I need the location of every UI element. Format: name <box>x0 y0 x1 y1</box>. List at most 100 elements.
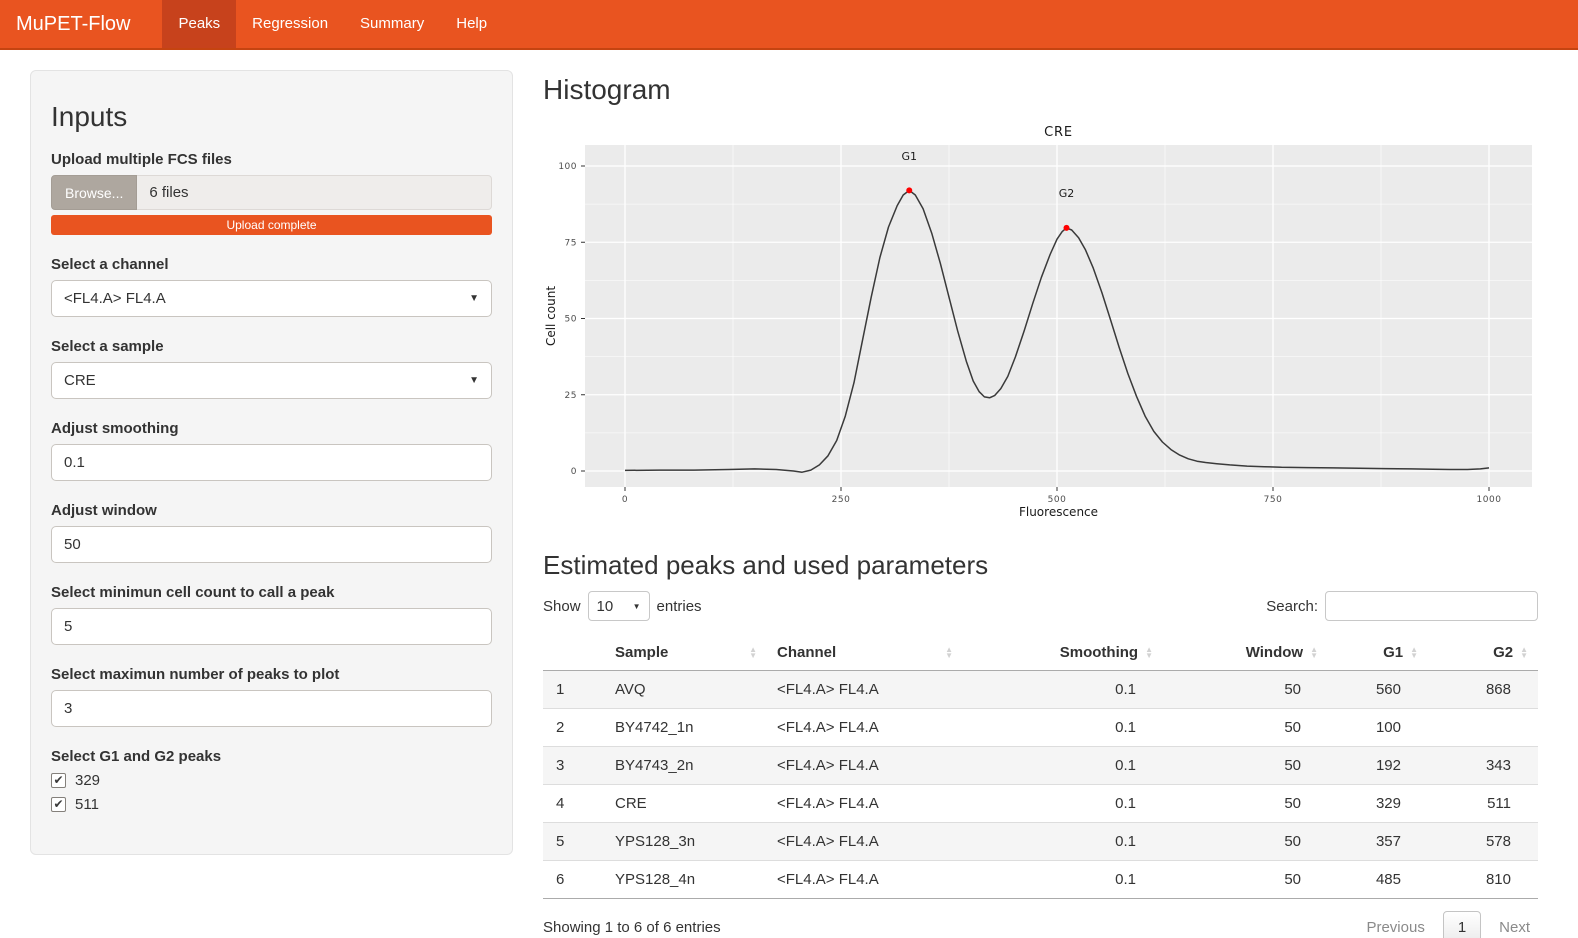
table-cell: <FL4.A> FL4.A <box>767 861 963 899</box>
navbar: MuPET-Flow PeaksRegressionSummaryHelp <box>0 0 1578 50</box>
search-control: Search: <box>1266 591 1538 621</box>
checkbox-label: 329 <box>75 772 100 789</box>
peaks-check-group: Select G1 and G2 peaks ✔ 329 ✔ 511 <box>51 748 492 813</box>
datatable-controls: Show 10 ▼ entries Search: <box>543 591 1538 621</box>
column-header-smoothing[interactable]: Smoothing▲▼ <box>963 635 1163 671</box>
svg-text:0: 0 <box>622 495 628 505</box>
table-cell: 50 <box>1163 747 1328 785</box>
search-input[interactable] <box>1325 591 1538 621</box>
app-brand[interactable]: MuPET-Flow <box>0 0 146 48</box>
window-input[interactable] <box>51 526 492 563</box>
histogram-heading: Histogram <box>543 74 1538 106</box>
checkbox-label: 511 <box>75 796 99 813</box>
column-header-channel[interactable]: Channel▲▼ <box>767 635 963 671</box>
table-cell: 192 <box>1328 747 1428 785</box>
max-peaks-input[interactable] <box>51 690 492 727</box>
column-header-g1[interactable]: G1▲▼ <box>1328 635 1428 671</box>
column-header-sample[interactable]: Sample▲▼ <box>605 635 767 671</box>
table-info: Showing 1 to 6 of 6 entries <box>543 919 721 936</box>
table-row: 6YPS128_4n<FL4.A> FL4.A0.150485810 <box>543 861 1538 899</box>
plot-title: CRE <box>1044 125 1073 140</box>
table-cell: 0.1 <box>963 861 1163 899</box>
table-cell: 0.1 <box>963 785 1163 823</box>
sort-icon: ▲▼ <box>749 647 757 659</box>
browse-button[interactable]: Browse... <box>51 175 137 210</box>
tab-peaks[interactable]: Peaks <box>162 0 236 48</box>
table-cell: 343 <box>1428 747 1538 785</box>
tab-regression[interactable]: Regression <box>236 0 344 48</box>
next-page-button[interactable]: Next <box>1491 913 1538 938</box>
table-cell: 1 <box>543 671 605 709</box>
inputs-panel: Inputs Upload multiple FCS files Browse.… <box>30 70 513 855</box>
tab-summary[interactable]: Summary <box>344 0 440 48</box>
chevron-down-icon: ▼ <box>469 293 479 304</box>
table-cell: 329 <box>1328 785 1428 823</box>
peak-checkbox-row: ✔ 511 <box>51 796 492 813</box>
page-length-select[interactable]: 10 ▼ <box>588 591 650 621</box>
table-row: 3BY4743_2n<FL4.A> FL4.A0.150192343 <box>543 747 1538 785</box>
file-input: Browse... 6 files <box>51 175 492 210</box>
table-row: 5YPS128_3n<FL4.A> FL4.A0.150357578 <box>543 823 1538 861</box>
peaks-check-label: Select G1 and G2 peaks <box>51 748 492 765</box>
sort-icon: ▲▼ <box>1310 647 1318 659</box>
sort-icon: ▲▼ <box>1410 647 1418 659</box>
min-count-input[interactable] <box>51 608 492 645</box>
peak-checkbox-row: ✔ 329 <box>51 772 492 789</box>
upload-progress-bar: Upload complete <box>51 215 492 235</box>
checkbox-511[interactable]: ✔ <box>51 797 66 812</box>
table-cell: 578 <box>1428 823 1538 861</box>
tab-help[interactable]: Help <box>440 0 503 48</box>
sort-icon: ▲▼ <box>1520 647 1528 659</box>
channel-group: Select a channel <FL4.A> FL4.A ▼ <box>51 256 492 317</box>
previous-page-button[interactable]: Previous <box>1358 913 1432 938</box>
channel-select-value: <FL4.A> FL4.A <box>64 290 166 307</box>
table-cell: 485 <box>1328 861 1428 899</box>
svg-text:50: 50 <box>565 315 577 325</box>
table-cell: 357 <box>1328 823 1428 861</box>
table-heading: Estimated peaks and used parameters <box>543 550 1538 581</box>
page-content: Inputs Upload multiple FCS files Browse.… <box>0 50 1578 938</box>
svg-text:750: 750 <box>1264 495 1283 505</box>
table-cell: 50 <box>1163 709 1328 747</box>
inputs-title: Inputs <box>51 101 492 133</box>
peaks-table: Sample▲▼Channel▲▼Smoothing▲▼Window▲▼G1▲▼… <box>543 635 1538 899</box>
table-cell: 50 <box>1163 823 1328 861</box>
table-cell: 868 <box>1428 671 1538 709</box>
table-cell: 2 <box>543 709 605 747</box>
column-header-window[interactable]: Window▲▼ <box>1163 635 1328 671</box>
table-cell: 4 <box>543 785 605 823</box>
column-header-g2[interactable]: G2▲▼ <box>1428 635 1538 671</box>
checkbox-329[interactable]: ✔ <box>51 773 66 788</box>
smoothing-input[interactable] <box>51 444 492 481</box>
table-cell: 0.1 <box>963 823 1163 861</box>
file-count-text: 6 files <box>137 175 492 210</box>
channel-select[interactable]: <FL4.A> FL4.A ▼ <box>51 280 492 317</box>
column-header-index[interactable] <box>543 635 605 671</box>
max-peaks-label: Select maximun number of peaks to plot <box>51 666 492 683</box>
svg-text:500: 500 <box>1048 495 1067 505</box>
sample-label: Select a sample <box>51 338 492 355</box>
table-cell: YPS128_4n <box>605 861 767 899</box>
table-cell: 511 <box>1428 785 1538 823</box>
svg-text:1000: 1000 <box>1477 495 1502 505</box>
entries-label: entries <box>657 598 702 615</box>
main-panel: Histogram 025050075010000255075100G1G2CR… <box>543 70 1538 938</box>
search-label: Search: <box>1266 598 1318 615</box>
datatable-footer: Showing 1 to 6 of 6 entries Previous 1 N… <box>543 911 1538 938</box>
svg-text:25: 25 <box>565 391 577 401</box>
sort-icon: ▲▼ <box>945 647 953 659</box>
histogram-plot: 025050075010000255075100G1G2CREFluoresce… <box>543 122 1533 522</box>
page-1-button[interactable]: 1 <box>1443 911 1481 938</box>
table-cell: 0.1 <box>963 747 1163 785</box>
table-cell: CRE <box>605 785 767 823</box>
pagination: Previous 1 Next <box>1358 911 1538 938</box>
chevron-down-icon: ▼ <box>633 602 641 611</box>
peak-label-g2: G2 <box>1059 187 1075 200</box>
page-length-value: 10 <box>597 598 614 615</box>
table-cell: 6 <box>543 861 605 899</box>
table-cell: AVQ <box>605 671 767 709</box>
sample-select[interactable]: CRE ▼ <box>51 362 492 399</box>
smoothing-group: Adjust smoothing <box>51 420 492 481</box>
min-count-label: Select minimun cell count to call a peak <box>51 584 492 601</box>
sort-icon: ▲▼ <box>1145 647 1153 659</box>
